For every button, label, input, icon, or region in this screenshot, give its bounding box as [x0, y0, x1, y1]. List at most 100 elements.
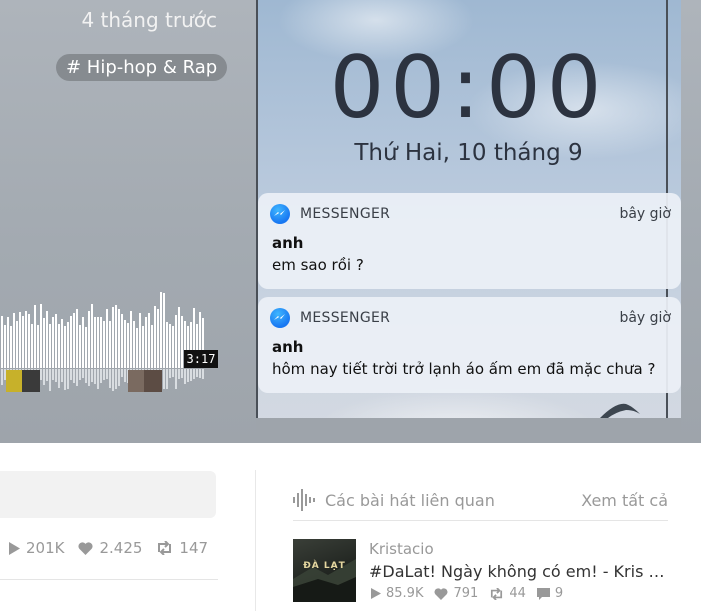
waveform-bar — [166, 322, 168, 368]
play-count: 85.9K — [371, 586, 423, 601]
like-count[interactable]: 2.425 — [78, 539, 142, 557]
repost-count[interactable]: 147 — [156, 539, 208, 557]
comment-avatar[interactable] — [128, 370, 146, 392]
waveform-bar — [112, 307, 114, 368]
waveform-bar — [19, 312, 21, 368]
waveform-bar-reflection — [85, 369, 87, 383]
waveform-bar-reflection — [169, 369, 171, 378]
waveform-bar — [43, 318, 45, 368]
waveform-bar-reflection — [76, 369, 78, 386]
waveform-bar — [82, 317, 84, 368]
lockscreen-date: Thứ Hai, 10 tháng 9 — [354, 140, 583, 166]
waveform-bar — [7, 317, 9, 368]
waveform-bar — [181, 316, 183, 368]
genre-tag[interactable]: # Hip-hop & Rap — [56, 54, 228, 81]
notification-message: em sao rồi ? — [272, 256, 364, 274]
notification-app: MESSENGER — [300, 310, 391, 326]
notification-app: MESSENGER — [300, 206, 391, 222]
waveform-bar — [136, 328, 138, 368]
waveform-bar-reflection — [166, 369, 168, 389]
waveform-bar-reflection — [79, 369, 81, 380]
notification-sender: anh — [272, 338, 304, 356]
track-stats: 201K 2.425 147 — [8, 538, 222, 558]
waveform-bar-reflection — [1, 369, 3, 385]
waveform-bar-reflection — [61, 369, 63, 382]
waveform-bar-reflection — [175, 369, 177, 389]
waveform-bar — [133, 321, 135, 368]
waveform-bar-reflection — [97, 369, 99, 389]
like-count[interactable]: 791 — [434, 586, 478, 601]
waveform-bar-reflection — [73, 369, 75, 383]
waveform-bar — [52, 317, 54, 368]
notification-time: bây giờ — [619, 310, 671, 326]
waveform-bar — [109, 321, 111, 368]
waveform-bar — [40, 304, 42, 368]
comment-avatar[interactable] — [6, 370, 24, 392]
track-artist[interactable]: Kristacio — [369, 540, 434, 558]
waveform-bar-reflection — [67, 369, 69, 389]
heart-icon — [434, 587, 448, 600]
waveform-bar-reflection — [103, 369, 105, 380]
repost-count[interactable]: 44 — [489, 586, 526, 601]
waveform-bar — [118, 309, 120, 368]
waveform-bar-reflection — [64, 369, 66, 390]
waveform-bar — [97, 317, 99, 368]
column-divider — [255, 470, 256, 611]
waveform-bar — [58, 324, 60, 368]
waveform-bar-reflection — [121, 369, 123, 377]
waveform-bar — [46, 311, 48, 368]
artwork-bottom — [256, 418, 681, 443]
waveform-bar — [172, 326, 174, 368]
divider — [0, 579, 218, 580]
waveform-bar — [139, 313, 141, 368]
comment-count[interactable]: 9 — [536, 586, 563, 601]
track-thumbnail[interactable]: ĐÀ LẠT — [293, 539, 356, 602]
comment-icon — [536, 587, 550, 600]
notification-card: MESSENGER bây giờ anh hôm nay tiết trời … — [258, 297, 681, 393]
waveform-bar — [22, 316, 24, 368]
waveform-bar — [10, 326, 12, 368]
see-all-link[interactable]: Xem tất cả — [581, 491, 668, 510]
repost-icon — [491, 587, 503, 600]
waveform-bar — [115, 305, 117, 368]
thumbnail-title: ĐÀ LẠT — [303, 561, 346, 571]
track-title[interactable]: #DaLat! Ngày không có em! - Kris X... — [369, 562, 669, 581]
waveform-bar — [121, 314, 123, 368]
waveform-bar — [64, 326, 66, 368]
play-count: 201K — [8, 539, 64, 557]
waveform-bar-reflection — [178, 369, 180, 379]
repost-icon — [158, 541, 172, 555]
waveform-bar — [73, 313, 75, 368]
waveform-bar — [157, 309, 159, 368]
waveform-bar-reflection — [88, 369, 90, 386]
comment-input[interactable] — [0, 471, 216, 518]
waveform-bar — [142, 326, 144, 368]
waveform-bar — [100, 317, 102, 368]
waveform-bar-reflection — [55, 369, 57, 382]
waveform-bar — [151, 325, 153, 368]
waveform[interactable] — [0, 280, 218, 400]
bird-silhouette — [600, 403, 640, 418]
messenger-icon — [270, 308, 290, 328]
track-duration: 3:17 — [184, 350, 218, 368]
waveform-bar — [103, 321, 105, 368]
waveform-bar — [130, 311, 132, 368]
comment-avatar[interactable] — [22, 370, 40, 392]
related-tracks-title: Các bài hát liên quan — [325, 491, 495, 510]
waveform-bar — [169, 324, 171, 368]
lockscreen-clock: 00:00 — [329, 38, 608, 138]
waveform-bar — [148, 313, 150, 368]
waveform-bar — [70, 316, 72, 368]
waveform-bar-reflection — [82, 369, 84, 378]
waveform-bar — [34, 305, 36, 368]
waveform-bar — [4, 325, 6, 368]
related-track-item[interactable]: ĐÀ LẠT Kristacio #DaLat! Ngày không có e… — [293, 539, 669, 603]
waveform-bar — [16, 321, 18, 368]
comment-avatar[interactable] — [144, 370, 162, 392]
waveform-bar — [160, 292, 162, 368]
related-track-stats: 85.9K 791 44 9 — [371, 586, 574, 601]
waveform-bar — [37, 325, 39, 368]
waveform-bar-reflection — [190, 369, 192, 381]
waveform-bar-reflection — [172, 369, 174, 377]
waveform-bar-reflection — [124, 369, 126, 382]
